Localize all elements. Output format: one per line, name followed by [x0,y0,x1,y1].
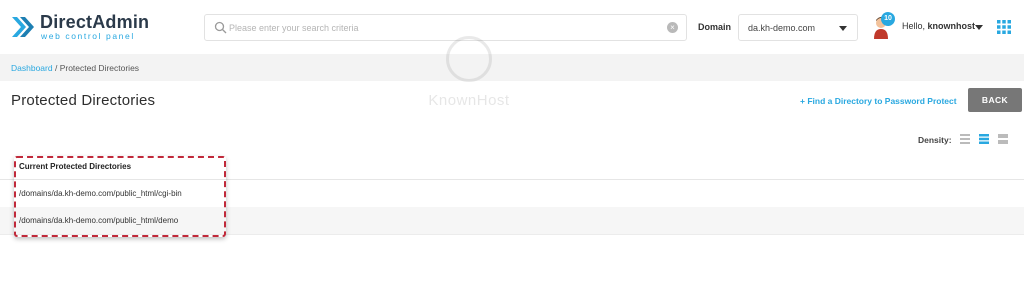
logo-title: DirectAdmin [40,12,150,32]
page-title: Protected Directories [11,92,156,109]
breadcrumb-separator: / [52,63,60,73]
breadcrumb-trail: Dashboard / Protected Directories [11,63,139,73]
user-menu-chevron-icon[interactable] [975,25,983,30]
notification-badge[interactable]: 10 [881,12,895,26]
breadcrumb-dashboard-link[interactable]: Dashboard [11,63,53,73]
username: knownhost [927,21,976,31]
directory-path[interactable]: /domains/da.kh-demo.com/public_html/cgi-… [19,189,182,198]
domain-select[interactable]: da.kh-demo.com [738,14,858,41]
column-header-directories: Current Protected Directories [19,162,132,171]
table-row[interactable]: /domains/da.kh-demo.com/public_html/demo [0,207,1024,235]
watermark-circle-icon [446,36,492,82]
watermark-text: KnownHost [428,92,510,109]
density-compact-icon[interactable] [960,134,970,144]
logo-subtitle: web control panel [41,31,135,41]
back-button[interactable]: BACK [968,88,1022,112]
search-icon [214,21,227,34]
logo-chevron-icon [12,17,34,37]
chevron-down-icon [839,26,847,31]
domain-select-value: da.kh-demo.com [748,23,816,33]
user-menu[interactable]: Hello, knownhost [902,21,975,31]
find-directory-link[interactable]: + Find a Directory to Password Protect [800,96,957,106]
directory-path[interactable]: /domains/da.kh-demo.com/public_html/demo [19,216,178,225]
clear-search-icon[interactable]: × [667,22,678,33]
density-label: Density: [918,135,952,145]
directadmin-logo[interactable]: DirectAdmin web control panel [10,12,150,42]
breadcrumb-current: Protected Directories [59,63,140,73]
density-comfortable-icon[interactable] [998,134,1008,144]
table-header: Current Protected Directories [0,153,1024,180]
density-normal-icon[interactable] [979,134,989,144]
apps-grid-icon[interactable] [997,20,1011,34]
domain-label: Domain [698,22,732,32]
greeting-text: Hello, [902,21,926,31]
knownhost-watermark: KnownHost [402,36,536,112]
table-row[interactable]: /domains/da.kh-demo.com/public_html/cgi-… [0,180,1024,208]
